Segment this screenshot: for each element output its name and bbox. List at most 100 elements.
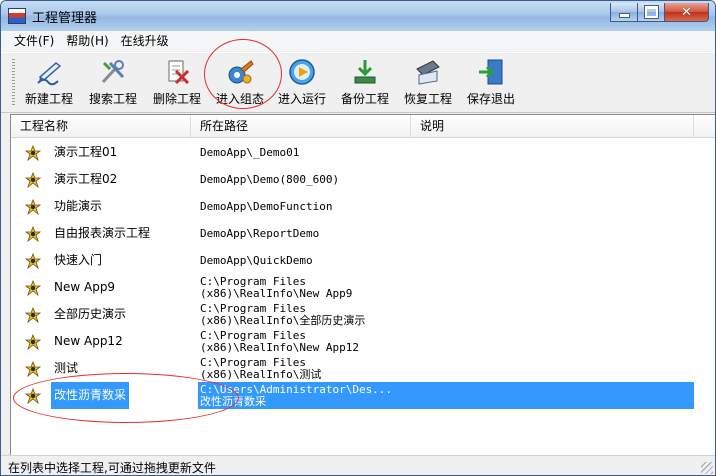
maximize-icon: [643, 5, 659, 19]
project-path-line: C:\Program Files: [200, 355, 306, 369]
restore-icon: [416, 60, 440, 85]
save-exit-button[interactable]: 保存退出: [459, 55, 523, 110]
project-name: 自由报表演示工程: [54, 226, 151, 240]
new-project-button[interactable]: 新建工程: [17, 55, 81, 110]
enter-configuration-button[interactable]: 进入组态: [209, 55, 271, 110]
project-path-line: 改性沥青数采: [200, 394, 266, 408]
project-list[interactable]: 工程名称 所在路径 说明 演示工程01 DemoApp\_Demo01 演示工程02…: [10, 114, 715, 456]
project-path: DemoApp\DemoFunction: [200, 193, 500, 220]
project-row[interactable]: New App9 C:\Program Files (x86)\RealInfo\N…: [11, 274, 715, 301]
enter-run-label: 进入运行: [277, 92, 326, 106]
backup-icon: [354, 60, 376, 84]
backup-project-label: 备份工程: [340, 92, 389, 106]
project-path-line: DemoApp\ReportDemo: [200, 226, 320, 240]
project-icon: [24, 333, 42, 351]
project-row[interactable]: 演示工程01 DemoApp\_Demo01: [11, 139, 715, 166]
project-icon: [24, 387, 42, 405]
project-icon: [24, 279, 42, 297]
search-project-icon: [101, 60, 125, 84]
project-name: 全部历史演示: [54, 307, 127, 321]
toolbar-grip[interactable]: [12, 59, 15, 107]
enter-run-button[interactable]: 进入运行: [271, 55, 333, 110]
project-icon: [24, 198, 42, 216]
search-project-button[interactable]: 搜索工程: [81, 55, 145, 110]
project-path: C:\Program Files (x86)\RealInfo\全部历史演示: [200, 301, 500, 328]
project-path: DemoApp\ReportDemo: [200, 220, 500, 247]
project-row[interactable]: 自由报表演示工程 DemoApp\ReportDemo: [11, 220, 715, 247]
project-row[interactable]: 快速入门 DemoApp\QuickDemo: [11, 247, 715, 274]
window-title: 工程管理器: [32, 10, 98, 26]
project-row[interactable]: 功能演示 DemoApp\DemoFunction: [11, 193, 715, 220]
project-name: New App12: [54, 334, 123, 348]
project-path-line: C:\Program Files: [200, 301, 306, 315]
minimize-icon: [618, 12, 630, 18]
status-bar: 在列表中选择工程,可通过拖拽更新文件: [1, 455, 715, 475]
project-path: DemoApp\QuickDemo: [200, 247, 500, 274]
project-row[interactable]: New App12 C:\Program Files (x86)\RealInfo\…: [11, 328, 715, 355]
project-row[interactable]: 全部历史演示 C:\Program Files (x86)\RealInfo\全部历…: [11, 301, 715, 328]
project-path-line: (x86)\RealInfo\New App12: [200, 340, 359, 354]
window-controls: ✕: [610, 3, 709, 22]
project-icon: [24, 225, 42, 243]
menu-help[interactable]: 帮助(H): [60, 31, 114, 51]
delete-project-button[interactable]: 删除工程: [145, 55, 209, 110]
menu-bar: 文件(F) 帮助(H) 在线升级: [1, 31, 715, 51]
project-path-line: DemoApp\DemoFunction: [200, 199, 333, 213]
project-icon: [24, 360, 42, 378]
project-path: C:\Users\Administrator\Des... 改性沥青数采: [200, 382, 500, 409]
project-row[interactable]: 测试 C:\Program Files (x86)\RealInfo\测试: [11, 355, 715, 382]
maximize-button[interactable]: [638, 3, 665, 22]
status-text: 在列表中选择工程,可通过拖拽更新文件: [8, 461, 216, 475]
project-manager-window: 工程管理器 ✕ 文件(F) 帮助(H) 在线升级 新建工程 搜索工程 删除工程 …: [0, 0, 716, 476]
new-project-label: 新建工程: [24, 92, 73, 106]
menu-online-upgrade[interactable]: 在线升级: [115, 31, 175, 51]
toolbar: 新建工程 搜索工程 删除工程 进入组态 进入运行 备份工程 恢复工程 保存退出: [1, 52, 715, 113]
project-icon: [24, 252, 42, 270]
project-path-line: C:\Program Files: [200, 328, 306, 342]
column-filler: [694, 115, 715, 137]
project-path-line: DemoApp\Demo(800_600): [200, 172, 340, 186]
app-icon: [8, 8, 26, 24]
restore-project-label: 恢复工程: [403, 92, 452, 106]
project-name: 功能演示: [54, 199, 103, 213]
new-project-icon: [37, 62, 62, 86]
project-path: DemoApp\Demo(800_600): [200, 166, 500, 193]
close-button[interactable]: ✕: [665, 3, 709, 22]
configure-icon: [228, 60, 254, 84]
project-path: C:\Program Files (x86)\RealInfo\测试: [200, 355, 500, 382]
project-name: 演示工程01: [54, 145, 118, 159]
project-path: DemoApp\_Demo01: [200, 139, 500, 166]
delete-project-label: 删除工程: [152, 92, 201, 106]
project-icon: [24, 144, 42, 162]
delete-project-icon: [168, 60, 190, 85]
menu-file[interactable]: 文件(F): [8, 31, 60, 51]
project-row[interactable]: 演示工程02 DemoApp\Demo(800_600): [11, 166, 715, 193]
project-path-line: (x86)\RealInfo\全部历史演示: [200, 313, 366, 327]
backup-project-button[interactable]: 备份工程: [333, 55, 397, 110]
column-path[interactable]: 所在路径: [191, 115, 411, 137]
project-path-line: C:\Users\Administrator\Des...: [200, 382, 393, 396]
project-path-line: C:\Program Files: [200, 274, 306, 288]
project-row[interactable]: 改性沥青数采 C:\Users\Administrator\Des... 改性沥青数…: [11, 382, 715, 409]
column-description[interactable]: 说明: [411, 115, 694, 137]
save-exit-label: 保存退出: [466, 92, 515, 106]
project-name: 快速入门: [54, 253, 103, 267]
column-project-name[interactable]: 工程名称: [11, 115, 191, 137]
restore-project-button[interactable]: 恢复工程: [397, 55, 459, 110]
close-icon: ✕: [681, 4, 692, 20]
project-path-line: (x86)\RealInfo\New App9: [200, 286, 353, 300]
search-project-label: 搜索工程: [88, 92, 137, 106]
resize-grip[interactable]: [701, 462, 713, 474]
project-name: 改性沥青数采: [51, 382, 130, 409]
project-path: C:\Program Files (x86)\RealInfo\New App12: [200, 328, 500, 355]
project-icon: [24, 306, 42, 324]
title-bar[interactable]: 工程管理器 ✕: [1, 1, 715, 31]
project-icon: [24, 171, 42, 189]
project-path-line: DemoApp\_Demo01: [200, 145, 300, 159]
run-icon: [289, 59, 315, 85]
project-name: 测试: [54, 361, 79, 375]
list-header: 工程名称 所在路径 说明: [11, 115, 715, 138]
project-path-line: DemoApp\QuickDemo: [200, 253, 313, 267]
project-name: New App9: [54, 280, 116, 294]
minimize-button[interactable]: [610, 3, 638, 22]
